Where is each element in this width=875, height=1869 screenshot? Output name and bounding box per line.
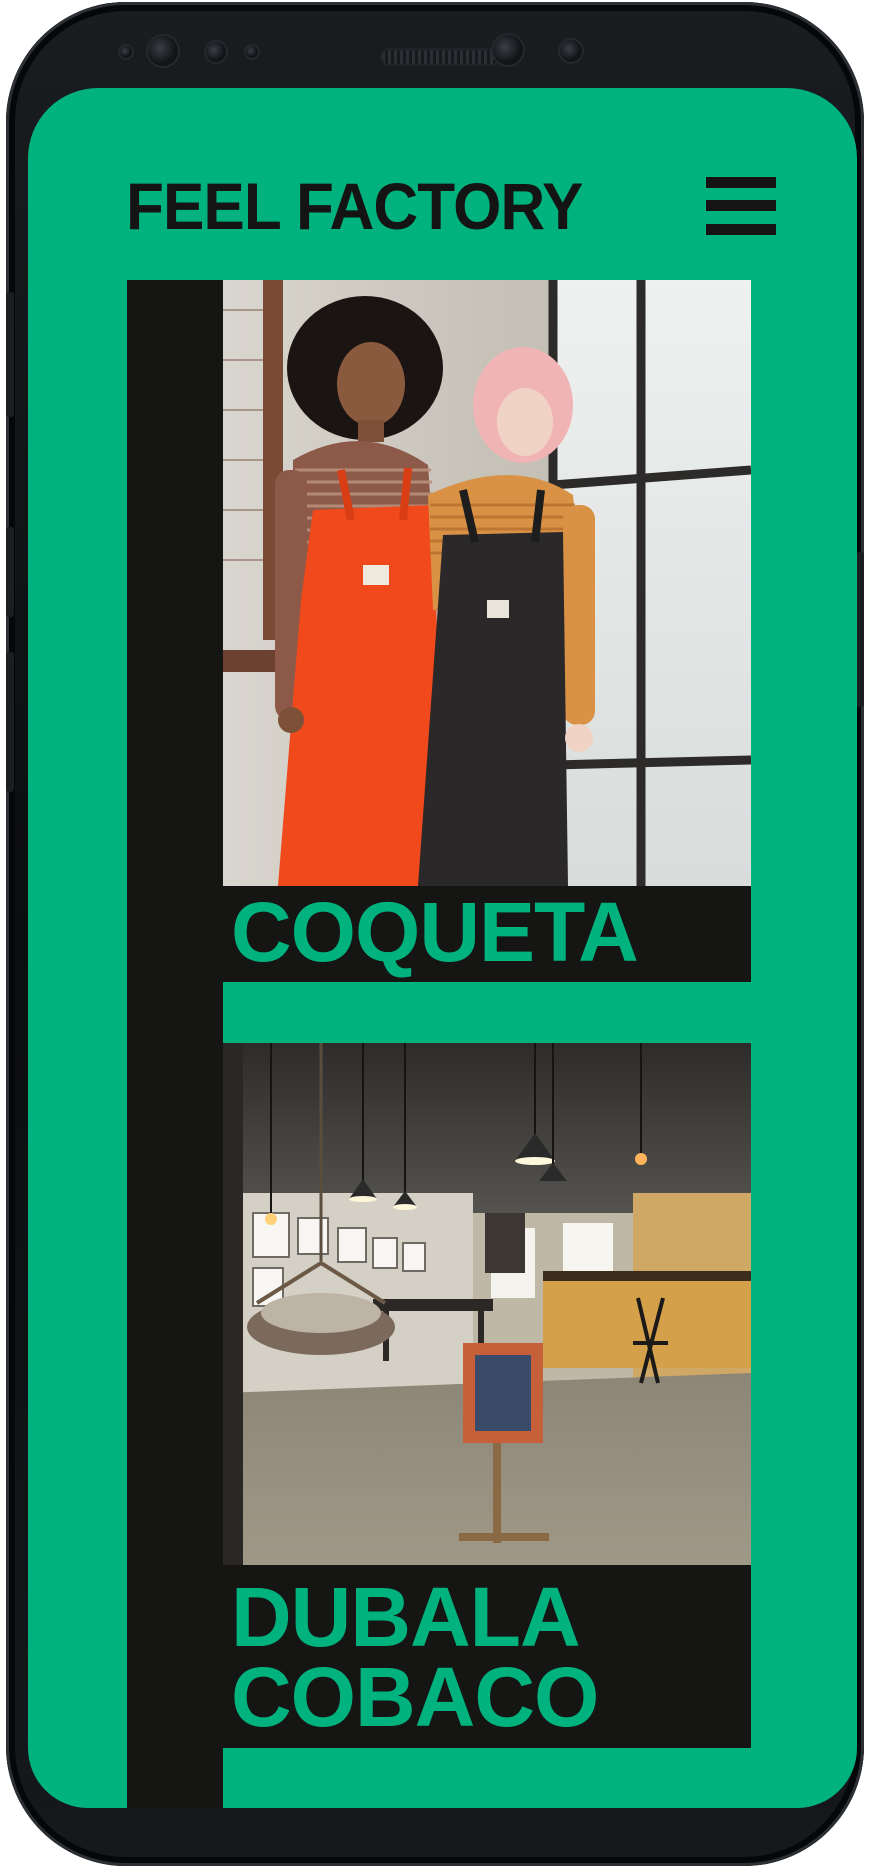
venue-card[interactable]: COQUETA	[223, 280, 751, 982]
dark-side-rail	[127, 280, 223, 1808]
brand-logo[interactable]: FEEL FACTORY	[126, 168, 583, 244]
card-photo-studio[interactable]	[223, 1043, 751, 1565]
menu-line	[706, 200, 776, 211]
bixby-button	[6, 292, 14, 417]
menu-line	[706, 223, 776, 235]
power-button	[856, 552, 864, 707]
card-photo-models[interactable]	[223, 280, 751, 886]
menu-line	[706, 176, 776, 188]
card-title[interactable]: COQUETA	[231, 890, 743, 974]
light-sensor-icon	[246, 46, 258, 58]
volume-up-button	[6, 527, 14, 617]
sensor-dot-icon	[120, 46, 132, 58]
app-screen: FEEL FACTORY COQUETA DUBALA COBACO	[28, 88, 857, 1808]
front-sensor-icon	[148, 36, 178, 66]
app-header: FEEL FACTORY	[126, 158, 776, 253]
card-title[interactable]: DUBALA COBACO	[231, 1575, 743, 1739]
models-photo	[223, 280, 751, 886]
iris-scanner-icon	[493, 35, 523, 65]
front-camera-icon	[560, 40, 582, 62]
studio-photo	[223, 1043, 751, 1565]
hamburger-menu-icon[interactable]	[706, 176, 776, 235]
venue-card[interactable]: DUBALA COBACO	[223, 1043, 751, 1748]
volume-down-button	[6, 652, 14, 792]
phone-frame: FEEL FACTORY COQUETA DUBALA COBACO	[6, 2, 864, 1866]
proximity-sensor-icon	[206, 42, 226, 62]
earpiece-speaker	[382, 50, 498, 64]
